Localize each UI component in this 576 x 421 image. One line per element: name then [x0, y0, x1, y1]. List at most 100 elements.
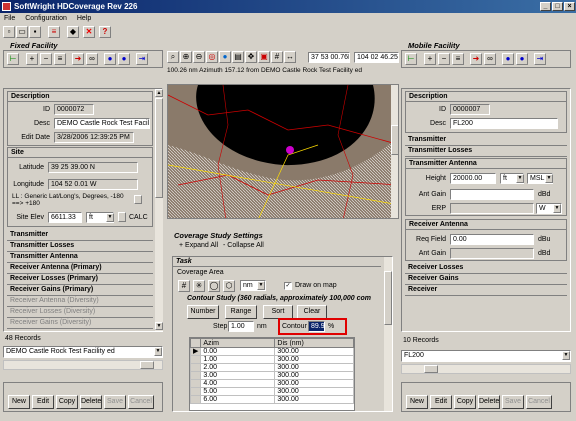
copy-button[interactable]: Copy — [454, 395, 476, 409]
row-selector[interactable] — [190, 363, 202, 372]
table-row[interactable]: 3.00 300.00 — [190, 371, 354, 380]
elev-field[interactable]: 6611.33 — [48, 212, 82, 223]
table-row[interactable]: 4.00 300.00 — [190, 379, 354, 388]
expand-all[interactable]: + Expand All — [179, 242, 218, 249]
section-transmitter-losses[interactable]: Transmitter Losses — [7, 241, 153, 252]
table-row[interactable]: 6.00 300.00 — [190, 395, 354, 404]
row-selector[interactable] — [190, 355, 202, 364]
menu-help[interactable]: Help — [73, 13, 95, 24]
globe-icon[interactable]: ● — [219, 51, 231, 63]
clear-button[interactable]: Clear — [297, 305, 327, 319]
table-row[interactable]: 5.00 300.00 — [190, 387, 354, 396]
add-icon[interactable]: + — [424, 53, 436, 65]
table-row[interactable]: 1.00 300.00 — [190, 355, 354, 364]
save-button[interactable]: Save — [104, 395, 126, 409]
mobile-desc-field[interactable]: FL200 — [450, 118, 558, 129]
goto-icon[interactable]: ➜ — [470, 53, 482, 65]
row-selector[interactable]: ▶ — [190, 347, 202, 356]
goto-icon[interactable]: ➜ — [72, 53, 84, 65]
dis-cell[interactable]: 300.00 — [274, 371, 354, 380]
grid-icon[interactable]: # — [178, 280, 190, 292]
scroll-up-icon[interactable]: ▲ — [155, 89, 163, 97]
export-icon[interactable]: ⇥ — [136, 53, 148, 65]
row-selector[interactable] — [190, 371, 202, 380]
minimize-icon[interactable]: _ — [540, 2, 551, 11]
lat-field[interactable]: 39 25 39.00 N — [48, 162, 138, 173]
section-rx-losses-diversity[interactable]: Receiver Losses (Diversity) — [7, 307, 153, 318]
save-disk-icon[interactable]: ▪ — [29, 26, 41, 38]
save-button[interactable]: Save — [502, 395, 524, 409]
menu-file[interactable]: File — [0, 13, 19, 24]
editdate-field[interactable]: 3/28/2006 12:39:25 PM — [54, 132, 134, 143]
m-section-receiver-losses[interactable]: Receiver Losses — [405, 263, 567, 274]
layers-icon[interactable]: ▤ — [232, 51, 244, 63]
erp-field[interactable] — [450, 203, 534, 214]
draw-checkbox[interactable]: ✓ — [284, 282, 292, 290]
desc-field[interactable]: DEMO Castle Rock Test Facilit — [54, 118, 150, 129]
star-icon[interactable]: ✳ — [193, 280, 205, 292]
fixed-hscroll[interactable] — [3, 360, 163, 370]
dis-cell[interactable]: 300.00 — [274, 347, 354, 356]
export-icon[interactable]: ⇥ — [534, 53, 546, 65]
fixed-scrollbar[interactable]: ▲ ▼ — [155, 89, 163, 331]
print-icon[interactable]: ▣ — [258, 51, 270, 63]
step-field[interactable]: 1.00 — [228, 321, 254, 332]
tools-icon[interactable]: ◆ — [67, 26, 79, 38]
m-section-transmitter-losses[interactable]: Transmitter Losses — [405, 146, 567, 157]
chevron-down-icon[interactable]: ▼ — [154, 347, 162, 356]
delete-button[interactable]: Delete — [80, 395, 102, 409]
ll-button[interactable] — [134, 195, 142, 204]
measure-icon[interactable]: ↔ — [284, 51, 296, 63]
coverage-scroll-thumb[interactable] — [384, 271, 392, 325]
task-header[interactable]: Task — [173, 257, 381, 267]
cancel-button[interactable]: Cancel — [526, 395, 552, 409]
m-section-receiver-gains[interactable]: Receiver Gains — [405, 274, 567, 285]
hscroll-thumb[interactable] — [424, 365, 438, 373]
list-icon[interactable]: ≡ — [54, 53, 66, 65]
mobile-record-select[interactable]: FL200 — [401, 350, 571, 362]
help-icon[interactable]: ? — [99, 26, 111, 38]
maximize-icon[interactable]: □ — [552, 2, 563, 11]
new-button[interactable]: New — [406, 395, 428, 409]
new-file-icon[interactable]: ▫ — [3, 26, 15, 38]
link-icon[interactable]: ⊢ — [7, 53, 19, 65]
reqfield-field[interactable]: 0.00 — [450, 234, 534, 245]
map-scroll-thumb[interactable] — [391, 125, 398, 155]
azim-cell[interactable]: 5.00 — [200, 387, 276, 396]
grid-icon[interactable]: # — [271, 51, 283, 63]
cancel-icon[interactable]: ✕ — [83, 26, 95, 38]
dis-cell[interactable]: 300.00 — [274, 395, 354, 404]
m-section-receiver[interactable]: Receiver — [405, 285, 567, 296]
radials-table[interactable]: Azim Dis (nm) ▶ 0.00 300.00 1.00 300.00 2.00 3… — [189, 337, 355, 411]
pan-icon[interactable]: ✥ — [245, 51, 257, 63]
map-scrollbar[interactable] — [391, 85, 398, 218]
remove-icon[interactable]: − — [40, 53, 52, 65]
scroll-thumb[interactable] — [155, 98, 163, 198]
contour-field[interactable]: 89.9 — [308, 321, 325, 332]
calc-box[interactable] — [118, 212, 126, 222]
antgain-field[interactable] — [450, 189, 534, 200]
delete-button[interactable]: Delete — [478, 395, 500, 409]
zoom-out-icon[interactable]: ⊖ — [193, 51, 205, 63]
coverage-map[interactable] — [167, 84, 399, 219]
color-bars-icon[interactable]: ≡ — [48, 26, 60, 38]
section-rx-antenna-diversity[interactable]: Receiver Antenna (Diversity) — [7, 296, 153, 307]
dis-cell[interactable]: 300.00 — [274, 363, 354, 372]
edit-button[interactable]: Edit — [430, 395, 452, 409]
row-selector[interactable] — [190, 387, 202, 396]
lon-field[interactable]: 104 52 0.01 W — [48, 179, 138, 190]
chevron-down-icon[interactable]: ▼ — [516, 174, 524, 183]
height-field[interactable]: 20000.00 — [450, 173, 496, 184]
zoom-icon[interactable]: ⌕ — [167, 51, 179, 63]
link-icon[interactable]: ⊢ — [405, 53, 417, 65]
section-rx-losses-primary[interactable]: Receiver Losses (Primary) — [7, 274, 153, 285]
number-button[interactable]: Number — [187, 305, 219, 319]
db2-icon[interactable]: ● — [516, 53, 528, 65]
menu-configuration[interactable]: Configuration — [21, 13, 71, 24]
section-rx-antenna-primary[interactable]: Receiver Antenna (Primary) — [7, 263, 153, 274]
row-selector[interactable] — [190, 379, 202, 388]
fixed-record-select[interactable]: DEMO Castle Rock Test Facility ed — [3, 346, 163, 358]
hscroll-thumb[interactable] — [140, 361, 154, 369]
dis-cell[interactable]: 300.00 — [274, 355, 354, 364]
m-section-transmitter[interactable]: Transmitter — [405, 135, 567, 146]
